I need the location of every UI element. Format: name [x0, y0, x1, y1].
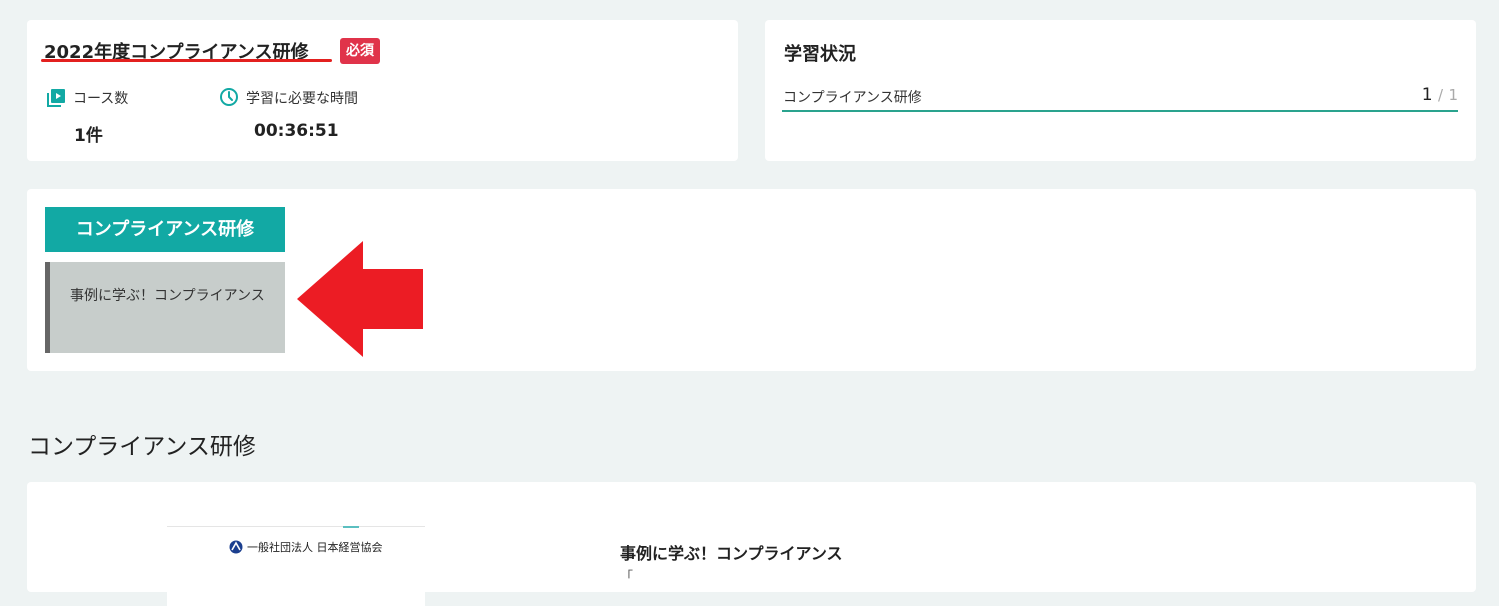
lesson-thumbnail[interactable]: 一般社団法人 日本経営協会 [167, 526, 425, 606]
org-logo: 一般社団法人 日本経営協会 [229, 539, 383, 555]
status-course-label: コンプライアンス研修 [783, 90, 922, 106]
learning-status-card: 学習状況 コンプライアンス研修 1 / 1 [765, 20, 1476, 161]
thumbnail-accent [343, 526, 359, 528]
course-count-label: コース数 [73, 91, 129, 107]
status-progress-line [782, 110, 1458, 112]
annotation-arrow-icon [297, 241, 423, 357]
org-name: 一般社団法人 日本経営協会 [247, 541, 383, 554]
status-progress-count: 1 / 1 [1422, 85, 1458, 105]
video-list-icon [47, 89, 65, 107]
title-annotation-underline [41, 59, 332, 62]
completed-count: 1 [1421, 85, 1433, 105]
required-badge: 必須 [340, 38, 380, 64]
count-separator: / [1437, 86, 1444, 104]
lesson-item[interactable]: 事例に学ぶ！コンプライアンス [45, 262, 285, 353]
time-required-value: 00:36:51 [254, 121, 339, 141]
status-title: 学習状況 [784, 44, 856, 65]
section-title: コンプライアンス研修 [28, 434, 256, 460]
clock-icon [220, 88, 238, 106]
course-tab[interactable]: コンプライアンス研修 [45, 207, 285, 252]
org-logo-icon [229, 540, 243, 554]
course-overview-card: 2022年度コンプライアンス研修 必須 コース数 1件 学習に必要な時間 00:… [27, 20, 738, 161]
course-list-card: コンプライアンス研修 事例に学ぶ！コンプライアンス [27, 189, 1476, 371]
lesson-detail-card: 一般社団法人 日本経営協会 事例に学ぶ！コンプライアンス 「 [27, 482, 1476, 606]
total-count: 1 [1448, 86, 1458, 104]
time-required-label: 学習に必要な時間 [246, 91, 358, 107]
course-count-value: 1件 [74, 126, 103, 146]
lesson-description: 「 [620, 570, 634, 585]
lesson-title[interactable]: 事例に学ぶ！コンプライアンス [620, 540, 843, 564]
